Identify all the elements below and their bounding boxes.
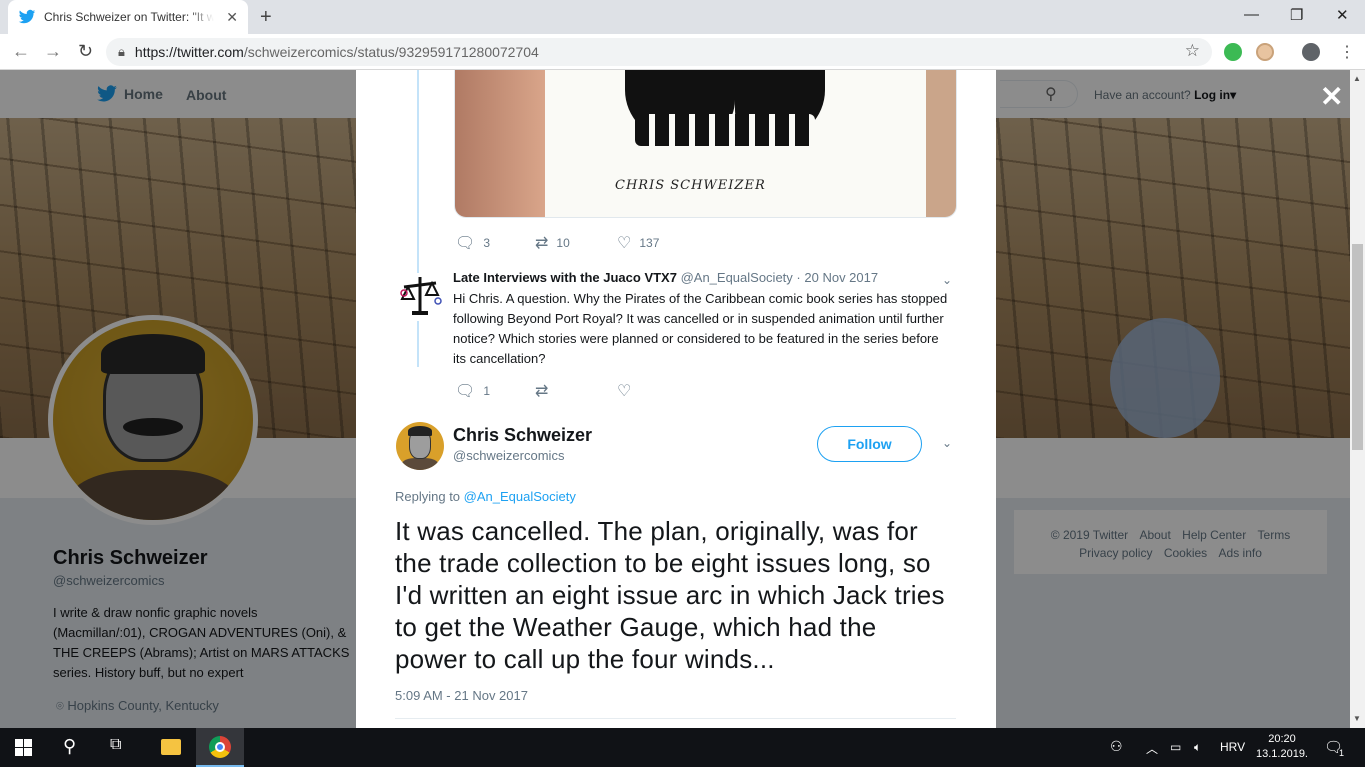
chrome-icon[interactable] bbox=[209, 736, 231, 758]
main-author-name[interactable]: Chris Schweizer bbox=[453, 425, 592, 446]
clock-time: 20:20 bbox=[1268, 733, 1296, 745]
network-icon[interactable]: ▭ bbox=[1170, 740, 1181, 754]
reload-icon[interactable]: ↻ bbox=[78, 41, 93, 62]
browser-toolbar: ← → ↻ 🔒︎ https://twitter.com/schweizerco… bbox=[0, 34, 1365, 70]
minimize-icon[interactable]: — bbox=[1244, 6, 1259, 23]
replying-to: Replying to @An_EqualSociety bbox=[395, 489, 576, 504]
parent-tweet-actions: 🗨︎ 3 ⇄ 10 ♡ 137 bbox=[455, 233, 659, 253]
reply-icon: 🗨︎ bbox=[455, 235, 476, 252]
close-icon[interactable]: ✕ bbox=[1320, 80, 1343, 113]
retweet-icon: ⇄ bbox=[535, 235, 549, 252]
reply-author-name[interactable]: Late Interviews with the Juaco VTX7 bbox=[453, 270, 677, 285]
cookie-extension-icon[interactable] bbox=[1256, 43, 1274, 61]
retweet-icon: ⇄ bbox=[535, 383, 549, 400]
url-text: https://twitter.com/schweizercomics/stat… bbox=[134, 44, 539, 60]
heart-icon: ♡ bbox=[617, 383, 632, 400]
forward-icon[interactable]: → bbox=[44, 41, 62, 62]
tray-chevron-icon[interactable]: ︿ bbox=[1146, 740, 1158, 757]
like-button[interactable]: ♡ bbox=[617, 381, 631, 401]
chrome-menu-icon[interactable]: ⋮ bbox=[1339, 42, 1355, 62]
twitter-page: Home About ⚲ Have an account? Log in▾ Ch… bbox=[0, 70, 1350, 728]
heart-icon: ♡ bbox=[617, 235, 632, 252]
windows-taskbar: ⚲ ⧉ ⚇ ︿ ▭ 🔈︎ HRV 20:20 13.1.2019. 🗨︎ 1 bbox=[0, 728, 1365, 767]
profile-icon[interactable] bbox=[1302, 43, 1320, 61]
tab-title: Chris Schweizer on Twitter: "It wa bbox=[44, 10, 214, 24]
follow-button[interactable]: Follow bbox=[817, 426, 922, 462]
lock-icon: 🔒︎ bbox=[118, 44, 125, 59]
scroll-up-icon[interactable]: ▲ bbox=[1353, 74, 1361, 83]
file-explorer-icon[interactable] bbox=[161, 739, 181, 755]
replying-to-link[interactable]: @An_EqualSociety bbox=[464, 489, 576, 504]
browser-titlebar: Chris Schweizer on Twitter: "It wa ✕ + —… bbox=[0, 0, 1365, 34]
tweet-photo[interactable]: CHRIS SCHWEIZER bbox=[454, 70, 957, 218]
reply-button[interactable]: 🗨︎ 3 bbox=[455, 233, 535, 253]
chevron-down-icon[interactable]: ⌄ bbox=[942, 273, 952, 287]
main-author-avatar[interactable] bbox=[396, 422, 444, 470]
reply-button[interactable]: 🗨︎ 1 bbox=[455, 381, 535, 401]
back-icon[interactable]: ← bbox=[12, 41, 30, 62]
bookmark-star-icon[interactable]: ☆ bbox=[1185, 41, 1200, 61]
scrollbar-thumb[interactable] bbox=[1352, 244, 1363, 450]
clock[interactable]: 20:20 13.1.2019. bbox=[1254, 732, 1310, 762]
tweet-modal: CHRIS SCHWEIZER 🗨︎ 3 ⇄ 10 ♡ 137 Late Interv… bbox=[356, 70, 996, 728]
address-bar[interactable]: 🔒︎ https://twitter.com/schweizercomics/s… bbox=[106, 38, 1212, 66]
notification-count: 1 bbox=[1339, 748, 1345, 758]
reply-tweet-text: Hi Chris. A question. Why the Pirates of… bbox=[453, 291, 948, 366]
twitter-bird-icon bbox=[18, 9, 36, 24]
retweet-button[interactable]: ⇄ bbox=[535, 381, 617, 401]
search-icon[interactable]: ⚲ bbox=[63, 736, 76, 757]
language-indicator[interactable]: HRV bbox=[1220, 740, 1245, 754]
like-button[interactable]: ♡ 137 bbox=[617, 233, 659, 253]
reply-author-handle[interactable]: @An_EqualSociety bbox=[681, 270, 793, 285]
people-icon[interactable]: ⚇ bbox=[1110, 738, 1123, 755]
reply-tweet-actions: 🗨︎ 1 ⇄ ♡ bbox=[455, 381, 631, 401]
scroll-down-icon[interactable]: ▼ bbox=[1353, 714, 1361, 723]
clock-date: 13.1.2019. bbox=[1256, 748, 1308, 760]
page-scrollbar[interactable]: ▲ ▼ bbox=[1350, 70, 1365, 728]
tweet-timestamp[interactable]: 5:09 AM - 21 Nov 2017 bbox=[395, 688, 528, 703]
new-tab-icon[interactable]: + bbox=[260, 6, 272, 29]
tab-close-icon[interactable]: ✕ bbox=[226, 9, 238, 26]
reply-author-avatar[interactable] bbox=[396, 273, 444, 321]
main-author-handle[interactable]: @schweizercomics bbox=[453, 448, 564, 463]
reply-icon: 🗨︎ bbox=[455, 383, 476, 400]
artwork-signature: CHRIS SCHWEIZER bbox=[615, 178, 766, 193]
task-view-icon[interactable]: ⧉ bbox=[110, 736, 121, 754]
volume-icon[interactable]: 🔈︎ bbox=[1194, 740, 1201, 755]
reply-tweet-header: Late Interviews with the Juaco VTX7 @An_… bbox=[453, 270, 879, 285]
browser-tab[interactable]: Chris Schweizer on Twitter: "It wa ✕ bbox=[8, 0, 248, 34]
thread-line bbox=[417, 70, 419, 367]
main-tweet-text: It was cancelled. The plan, originally, … bbox=[395, 516, 945, 674]
retweet-button[interactable]: ⇄ 10 bbox=[535, 233, 617, 253]
restore-icon[interactable]: ❐ bbox=[1290, 6, 1303, 24]
chevron-down-icon[interactable]: ⌄ bbox=[942, 436, 952, 450]
windows-start-icon[interactable] bbox=[15, 739, 32, 756]
window-close-icon[interactable]: ✕ bbox=[1336, 6, 1349, 24]
extension-icon[interactable] bbox=[1224, 43, 1242, 61]
divider bbox=[395, 718, 956, 719]
reply-date[interactable]: 20 Nov 2017 bbox=[804, 270, 878, 285]
